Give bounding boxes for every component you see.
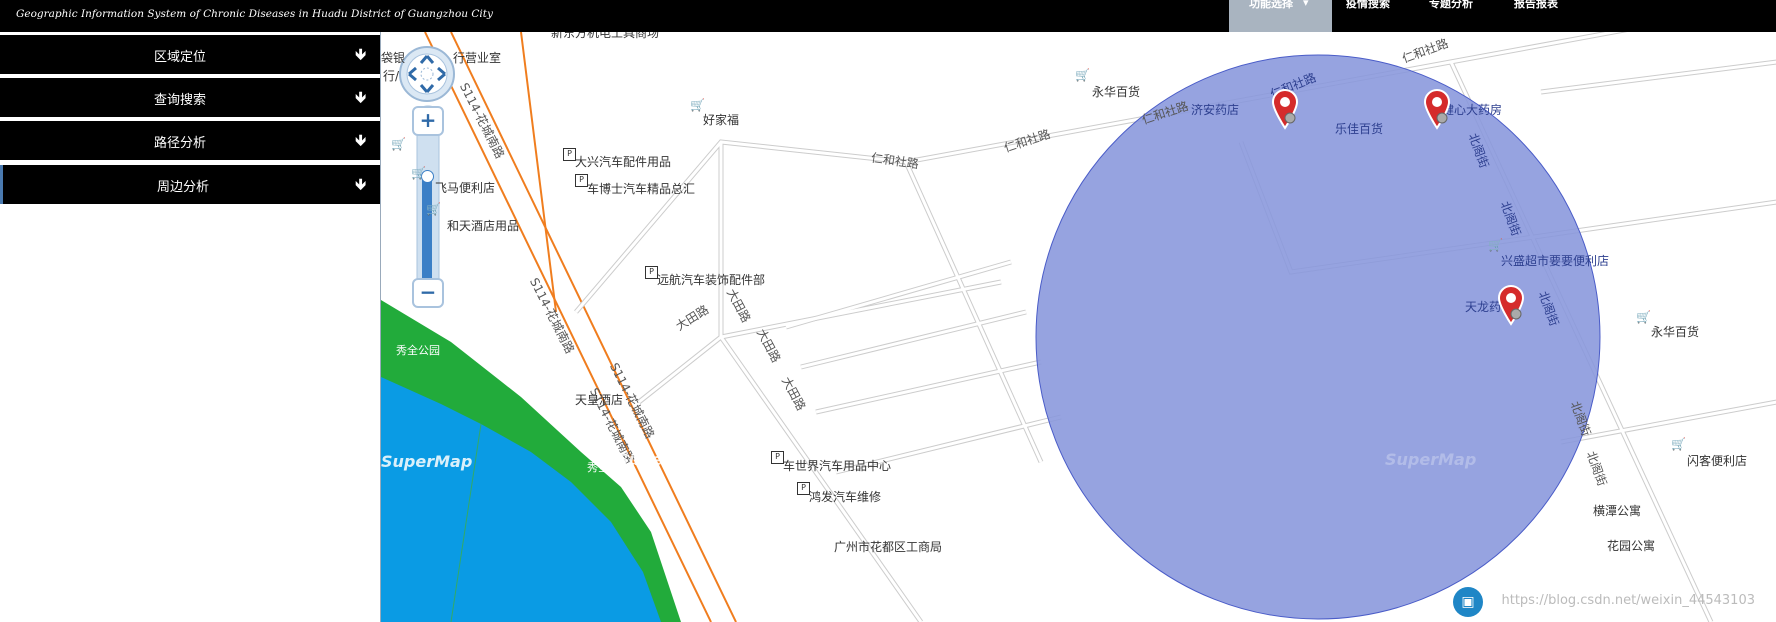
report-menu[interactable]: 报告报表 [1514,0,1574,32]
sidebar-item-label: 路径分析 [153,136,206,151]
sidebar-item-path-analysis[interactable]: 路径分析 🡻 [0,121,380,160]
poi-label: 和天酒店用品 [447,219,520,233]
poi-label: 袋银 [381,51,406,65]
top-bar: Geographic Information System of Chronic… [0,0,1776,32]
poi-label: 广州市花都区工商局 [834,540,943,554]
sidebar-item-label: 查询搜索 [153,93,206,108]
epidemic-search-label: 疫情搜索 [1346,0,1390,10]
pharmacy-marker-icon[interactable] [1497,284,1525,326]
epidemic-search-menu[interactable]: 疫情搜索 [1346,0,1406,32]
blog-watermark: https://blog.csdn.net/weixin_44543103 [1501,593,1755,608]
parking-icon: P [797,482,810,495]
parking-icon: P [563,148,576,161]
poi-label: 行营业室 [453,51,502,65]
sidebar-item-label: 区域定位 [153,50,206,65]
poi-label: 行/ [383,69,400,83]
map-canvas [381,32,1776,622]
shopping-cart-icon: 🛒 [1488,238,1503,252]
sidebar: 区域定位 🡻 查询搜索 🡻 路径分析 🡻 周边分析 🡻 [0,32,380,622]
poi-label: 健心大药房 [1442,103,1503,117]
poi-label: 新东方机电工具商场 [551,32,660,40]
shopping-cart-icon: 🛒 [690,98,705,112]
poi-label: 乐佳百货 [1335,122,1384,136]
poi-label: 好家福 [703,113,740,127]
poi-label: 永华百货 [1092,85,1141,99]
function-select-menu[interactable]: 功能选择 ▾ [1229,0,1332,32]
shopping-cart-icon: 🛒 [1671,437,1686,451]
buffer-circle [1035,54,1601,620]
shopping-cart-icon: 🛒 [411,166,426,180]
parking-icon: P [771,451,784,464]
sidebar-item-region-locate[interactable]: 区域定位 🡻 [0,35,380,74]
poi-label: 远航汽车装饰配件部 [657,273,766,287]
minus-icon: − [419,280,437,304]
park-label: 秀全 [587,461,609,474]
poi-label: 横潭公寓 [1593,504,1642,518]
poi-label: 大兴汽车配件用品 [575,155,672,169]
arrow-down-icon: 🡻 [355,175,366,193]
sidebar-item-buffer-analysis[interactable]: 周边分析 🡻 [0,165,380,204]
zoom-control: + − [399,46,455,308]
poi-label: 天龙药 [1465,300,1502,314]
arrow-down-icon: 🡻 [355,45,366,63]
arrow-down-icon: 🡻 [355,88,366,106]
supermap-watermark: SuperMap [617,450,709,469]
poi-label: 车世界汽车用品中心 [783,459,892,473]
arrow-down-icon: 🡻 [355,131,366,149]
pharmacy-marker-icon[interactable] [1271,88,1299,130]
zoom-in-button[interactable]: + [412,106,444,136]
poi-label: 车博士汽车精品总汇 [587,182,696,196]
park-label: 秀全公园 [396,344,440,357]
poi-label: 闪客便利店 [1687,454,1748,468]
poi-label: 济安药店 [1191,103,1240,117]
shopping-cart-icon: 🛒 [1075,68,1090,82]
pan-control[interactable] [399,46,455,102]
poi-label: 永华百货 [1651,325,1700,339]
function-select-label: 功能选择 [1249,0,1293,10]
pharmacy-marker-icon[interactable] [1423,88,1451,130]
chevron-down-icon: ▾ [1303,0,1309,9]
thematic-analysis-menu[interactable]: 专题分析 [1429,0,1489,32]
supermap-watermark: SuperMap [1385,450,1477,469]
briefcase-icon: ▣ [1461,594,1475,610]
app-title: Geographic Information System of Chronic… [16,8,493,20]
report-label: 报告报表 [1514,0,1558,10]
poi-label: 飞马便利店 [435,181,496,195]
supermap-watermark: SuperMap [381,452,473,471]
shopping-cart-icon: 🛒 [391,137,406,151]
thematic-analysis-label: 专题分析 [1429,0,1473,10]
poi-label: 鸿发汽车维修 [809,490,882,504]
plus-icon: + [419,108,437,132]
toolbox-button[interactable]: ▣ [1453,587,1483,617]
map-view[interactable]: + − 新东方机电工具商场 行营业室 行/ 袋银 好家福 永华百货 大兴汽车配件… [380,32,1776,622]
parking-icon: P [645,266,658,279]
poi-label: 花园公寓 [1607,539,1656,553]
shopping-cart-icon: 🛒 [1636,310,1651,324]
poi-label: 兴盛超市要要便利店 [1501,254,1610,268]
shopping-cart-icon: 🛒 [426,202,441,216]
sidebar-item-label: 周边分析 [156,180,209,195]
sidebar-item-query-search[interactable]: 查询搜索 🡻 [0,78,380,117]
parking-icon: P [575,174,588,187]
zoom-out-button[interactable]: − [412,278,444,308]
